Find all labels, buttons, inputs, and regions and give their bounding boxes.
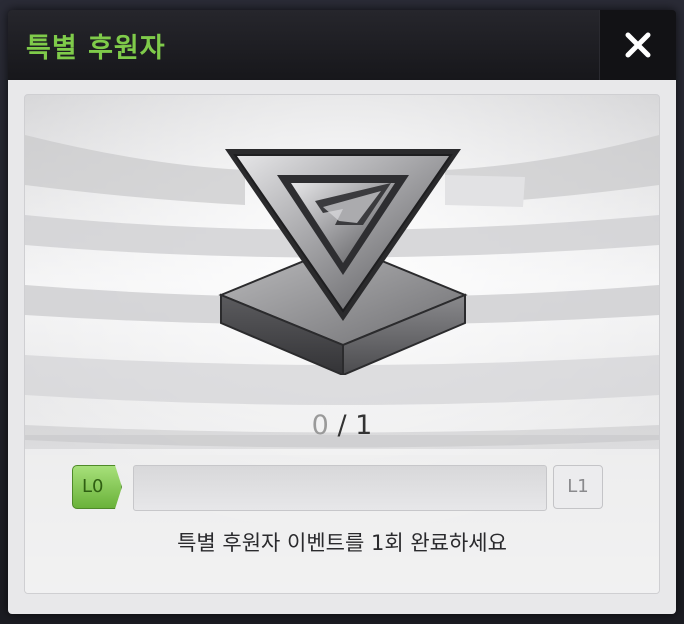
progress-total: 1	[355, 410, 373, 441]
silver-trophy-icon	[218, 149, 468, 375]
level-end-badge: L1	[553, 465, 603, 509]
sponsor-dialog: 특별 후원자 0 / 1 L0 L1 특별 후원자 이벤트를 1회 완료하세요	[8, 10, 676, 614]
dialog-body: 0 / 1 L0 L1 특별 후원자 이벤트를 1회 완료하세요	[8, 80, 676, 614]
dialog-titlebar: 특별 후원자	[8, 10, 676, 81]
mission-description: 특별 후원자 이벤트를 1회 완료하세요	[177, 531, 507, 555]
progress-counter: 0 / 1	[25, 410, 659, 441]
stadium-stage: 0 / 1 L0 L1 특별 후원자 이벤트를 1회 완료하세요	[24, 94, 660, 594]
dialog-title: 특별 후원자	[26, 33, 166, 64]
progress-current: 0	[311, 410, 329, 441]
close-icon	[625, 32, 651, 58]
progress-separator: /	[328, 410, 356, 441]
level-progress-bar	[133, 465, 547, 511]
close-button[interactable]	[599, 10, 676, 80]
level-start-badge: L0	[72, 465, 122, 509]
